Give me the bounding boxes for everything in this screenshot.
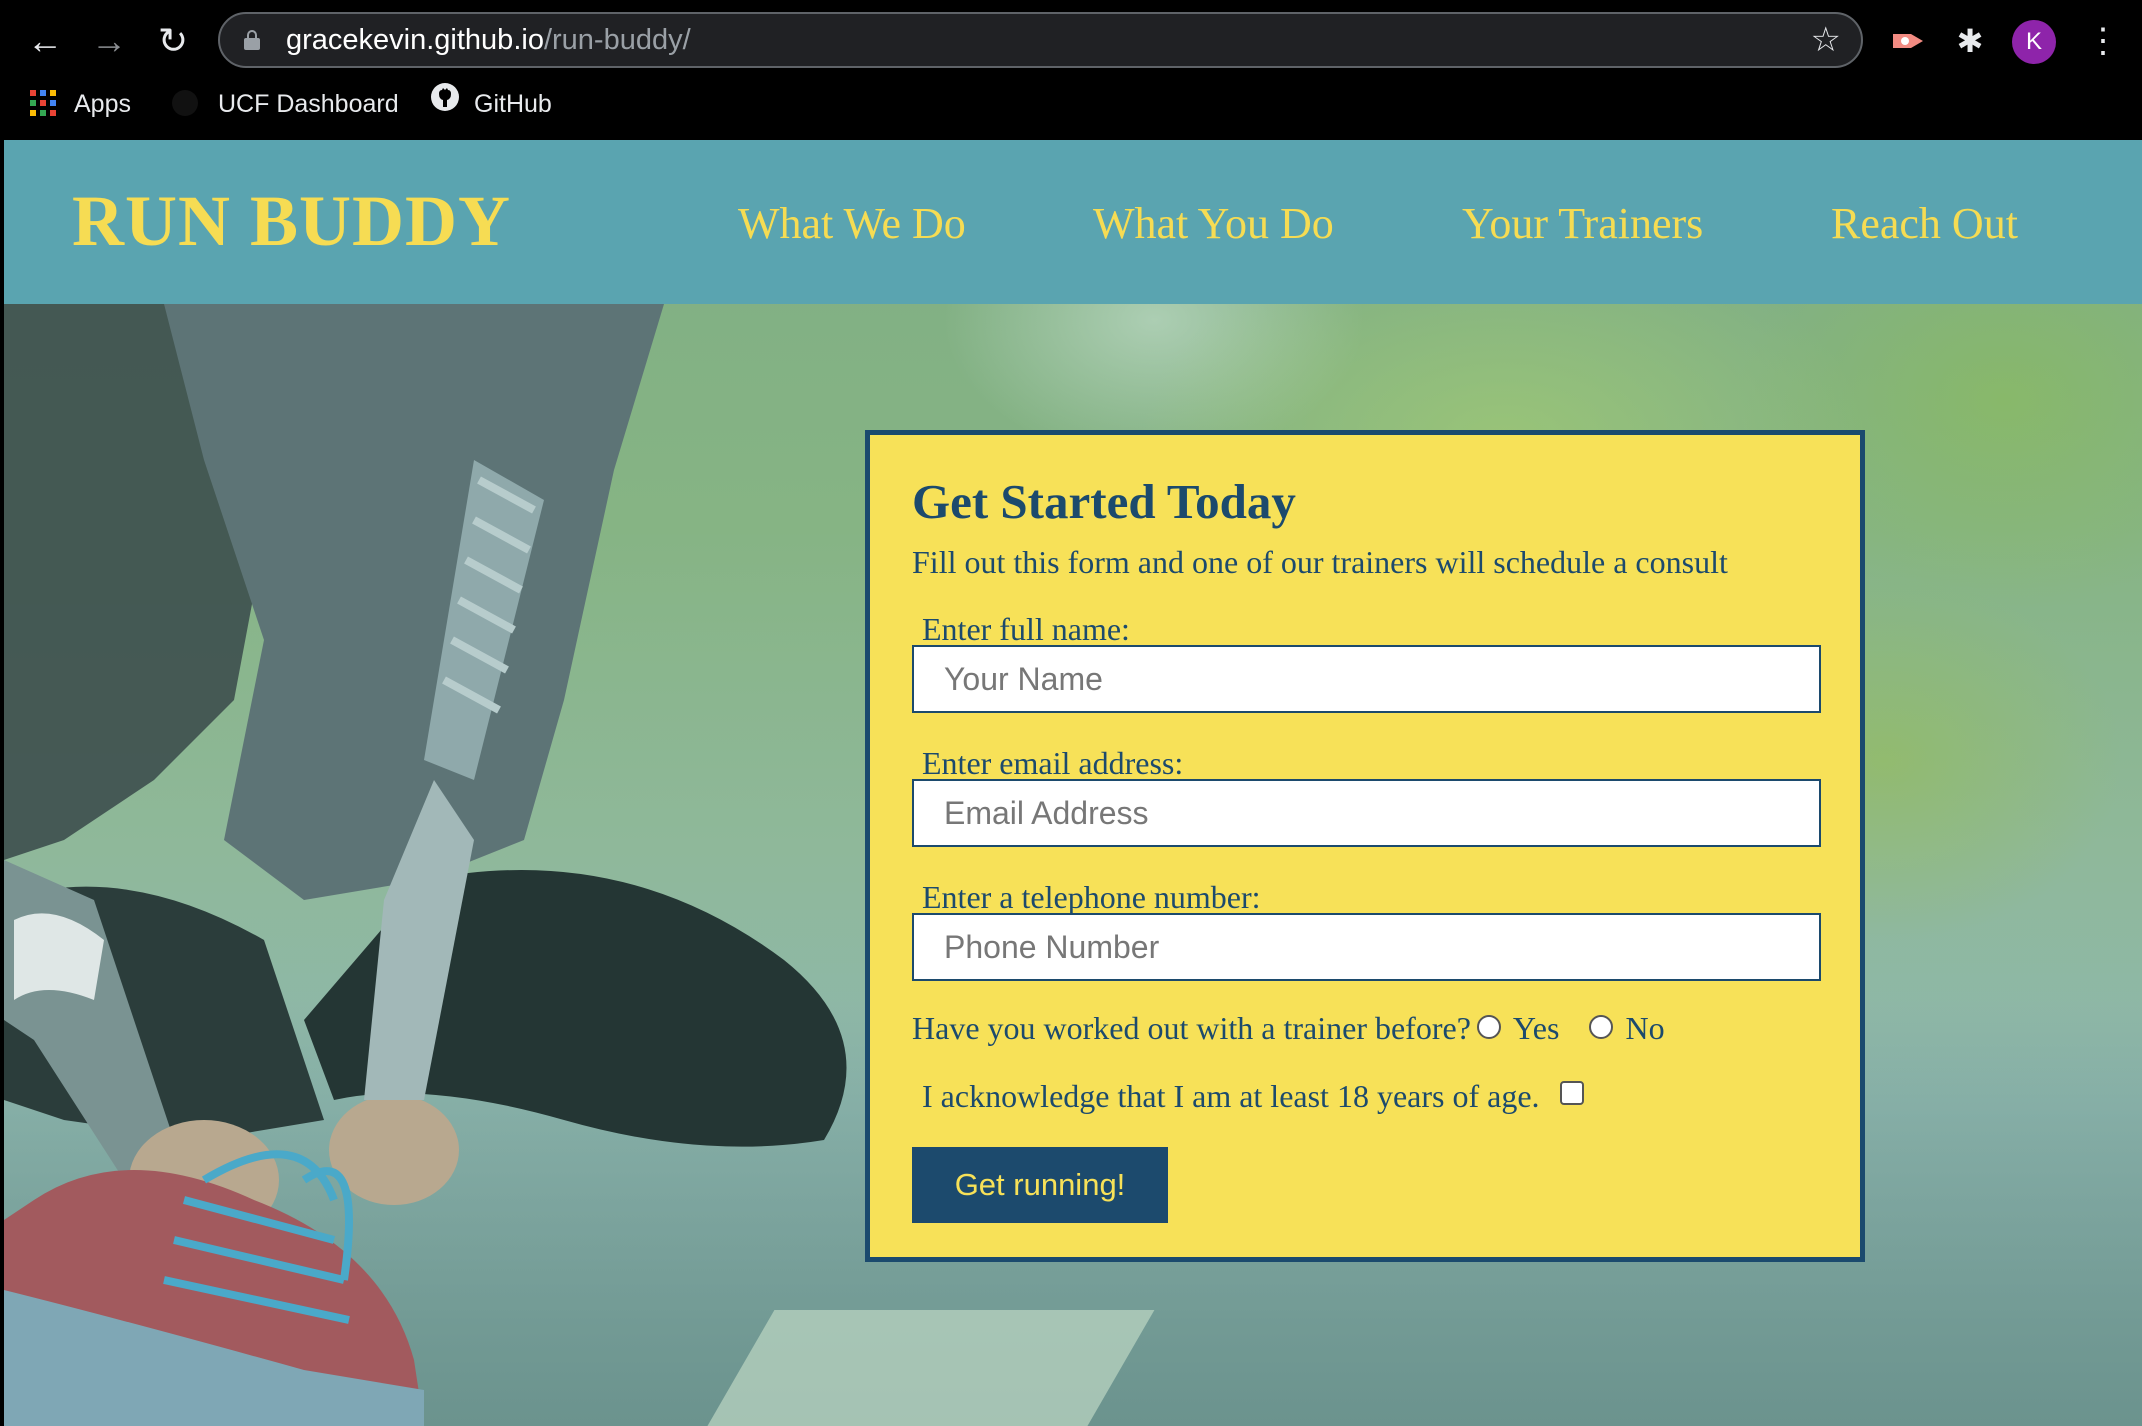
lock-icon [244,30,260,50]
name-label: Enter full name: [922,611,1130,647]
github-icon [430,82,460,124]
nav-what-we-do[interactable]: What We Do [738,198,966,249]
profile-avatar[interactable]: K [2012,20,2056,64]
email-label: Enter email address: [922,745,1184,781]
back-icon[interactable]: ← [22,18,68,64]
apps-grid-icon [30,90,56,117]
age-ack-text: I acknowledge that I am at least 18 year… [922,1078,1540,1114]
form-subtitle: Fill out this form and one of our traine… [912,544,1728,580]
trainer-no-label: No [1625,1010,1665,1046]
age-ack-checkbox[interactable] [1559,1080,1584,1105]
nav-what-you-do[interactable]: What You Do [1093,198,1334,249]
ucf-icon [172,90,198,117]
nav-your-trainers[interactable]: Your Trainers [1462,198,1703,249]
bookmark-apps-label: Apps [74,90,131,118]
browser-menu-icon[interactable]: ⋮ [2086,18,2120,64]
address-bar[interactable]: gracekevin.github.io/run-buddy/ ☆ [218,12,1863,68]
bookmark-ucf-dashboard[interactable]: UCF Dashboard [172,84,399,124]
trainer-no-radio[interactable] [1589,1014,1614,1039]
bookmarks-bar: Apps UCF Dashboard GitHub [0,82,2142,124]
forward-icon[interactable]: → [86,18,132,64]
bookmark-apps[interactable]: Apps [30,84,131,124]
name-input[interactable] [912,645,1821,713]
runner-tying-shoe-image [4,304,847,1426]
reload-icon[interactable]: ↻ [150,18,196,64]
phone-label: Enter a telephone number: [922,879,1261,915]
bookmark-github[interactable]: GitHub [430,82,552,124]
age-acknowledgement: I acknowledge that I am at least 18 year… [922,1078,1584,1115]
form-title: Get Started Today [912,474,1296,529]
url-host: gracekevin.github.io [286,24,544,56]
site-logo[interactable]: RUN BUDDY [72,180,511,263]
bookmark-ucf-label: UCF Dashboard [218,90,399,118]
phone-input[interactable] [912,913,1821,981]
extensions-puzzle-icon[interactable]: ✱ [1950,18,1990,64]
email-input[interactable] [912,779,1821,847]
url-path: /run-buddy/ [543,24,691,56]
get-running-button[interactable]: Get running! [912,1147,1168,1223]
page-viewport: RUN BUDDY What We Do What You Do Your Tr… [4,140,2142,1426]
trainer-yes-label: Yes [1512,1010,1560,1046]
signup-form: Get Started Today Fill out this form and… [865,430,1865,1262]
nav-reach-out[interactable]: Reach Out [1831,198,2018,249]
trainer-yes-radio[interactable] [1476,1014,1501,1039]
trainer-question-text: Have you worked out with a trainer befor… [912,1010,1471,1046]
url-text[interactable]: gracekevin.github.io/run-buddy/ [286,14,691,66]
screen-recorder-extension-icon[interactable] [1888,18,1928,64]
trainer-question: Have you worked out with a trainer befor… [912,1010,1685,1047]
bookmark-star-icon[interactable]: ☆ [1811,20,1841,60]
browser-chrome: ← → ↻ gracekevin.github.io/run-buddy/ ☆ … [0,0,2142,140]
site-header: RUN BUDDY What We Do What You Do Your Tr… [4,140,2142,304]
bookmark-github-label: GitHub [474,90,552,118]
